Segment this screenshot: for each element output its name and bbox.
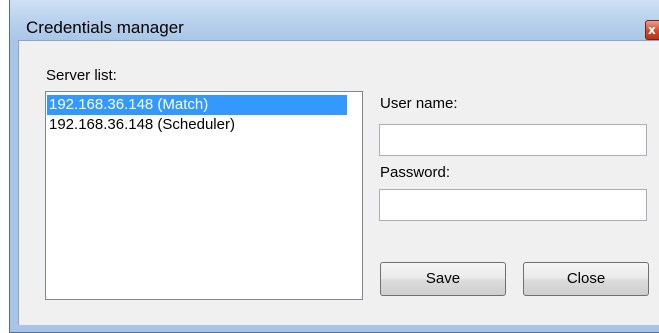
server-list-item-scheduler[interactable]: 192.168.36.148 (Scheduler): [47, 115, 347, 135]
window-close-button[interactable]: x: [645, 20, 659, 40]
close-button[interactable]: Close: [523, 262, 649, 296]
username-label: User name:: [380, 95, 458, 112]
server-listbox[interactable]: 192.168.36.148 (Match) 192.168.36.148 (S…: [45, 91, 363, 300]
save-button[interactable]: Save: [380, 262, 506, 296]
server-list-label: Server list:: [46, 67, 117, 84]
server-list-item-match[interactable]: 192.168.36.148 (Match): [47, 95, 347, 115]
username-input[interactable]: [379, 124, 647, 156]
credentials-manager-window: Credentials manager x Server list: 192.1…: [9, 0, 659, 333]
title-bar[interactable]: Credentials manager x: [10, 0, 659, 40]
password-input[interactable]: [379, 189, 647, 221]
close-icon: x: [648, 23, 656, 37]
dialog-client-area: Server list: 192.168.36.148 (Match) 192.…: [18, 40, 659, 325]
password-label: Password:: [380, 164, 451, 181]
window-title: Credentials manager: [26, 18, 184, 37]
